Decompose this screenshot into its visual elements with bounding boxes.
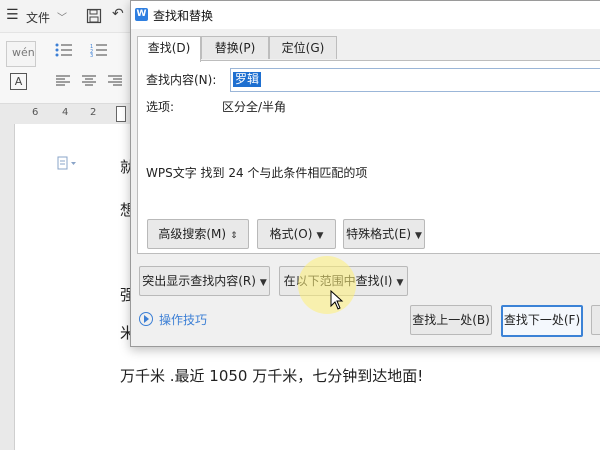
caret-down-icon: ▼ <box>259 278 267 288</box>
operation-tips-label: 操作技巧 <box>159 313 208 327</box>
align-center-icon[interactable] <box>82 75 96 87</box>
options-value: 区分全/半角 <box>222 100 287 114</box>
special-format-button[interactable]: 特殊格式(E) ▼ <box>343 219 425 249</box>
dialog-title: 查找和替换 <box>153 9 214 23</box>
character-border-icon[interactable]: A <box>10 73 27 90</box>
doc-line: 万千米 .最近 1050 万千米，七分钟到达地面! <box>120 367 424 385</box>
advanced-search-label: 高级搜索(M) <box>158 227 227 241</box>
find-replace-dialog: W 查找和替换 查找(D) 替换(P) 定位(G) 查找内容(N): 罗辑 选项… <box>130 0 600 347</box>
tab-goto[interactable]: 定位(G) <box>269 36 337 59</box>
file-menu[interactable]: 文件 <box>26 9 50 26</box>
find-previous-button[interactable]: 查找上一处(B) <box>410 305 492 335</box>
special-format-label: 特殊格式(E) <box>346 227 412 241</box>
dialog-title-bar[interactable]: W 查找和替换 <box>131 1 600 29</box>
find-tab-panel: 查找内容(N): 罗辑 选项: 区分全/半角 WPS文字 找到 24 个与此条件… <box>137 60 600 254</box>
options-label: 选项: <box>146 100 175 114</box>
highlight-results-button[interactable]: 突出显示查找内容(R) ▼ <box>139 266 270 296</box>
format-button[interactable]: 格式(O) ▼ <box>257 219 336 249</box>
search-result-text: WPS文字 找到 24 个与此条件相匹配的项 <box>146 166 368 180</box>
align-right-icon[interactable] <box>108 75 122 87</box>
tab-find[interactable]: 查找(D) <box>137 36 201 62</box>
undo-icon[interactable]: ↶ <box>112 6 124 22</box>
cursor-highlight <box>298 256 356 314</box>
tab-replace[interactable]: 替换(P) <box>201 36 269 59</box>
save-icon[interactable] <box>86 8 102 24</box>
caret-down-icon: ▼ <box>316 231 324 241</box>
ruler-number: 2 <box>90 107 97 118</box>
chevron-down-icon[interactable]: ﹀ <box>57 9 67 24</box>
bullet-list-icon[interactable] <box>55 43 73 57</box>
find-input[interactable]: 罗辑 <box>230 68 600 92</box>
paragraph-handle-icon[interactable] <box>57 156 79 170</box>
hamburger-icon[interactable]: ☰ <box>6 7 19 23</box>
ruler-number: 4 <box>62 107 69 118</box>
mouse-pointer-icon <box>330 290 344 310</box>
expand-toggle-icon: ⇕ <box>230 231 238 241</box>
find-next-button[interactable]: 查找下一处(F) <box>501 305 583 337</box>
find-label: 查找内容(N): <box>146 73 217 87</box>
highlight-results-label: 突出显示查找内容(R) <box>142 274 256 288</box>
wps-logo-icon: W <box>135 8 148 21</box>
numbered-list-icon[interactable]: 123 <box>90 43 108 59</box>
indent-marker[interactable] <box>116 106 126 122</box>
format-label: 格式(O) <box>269 227 313 241</box>
svg-text:3: 3 <box>90 53 93 57</box>
vertical-ruler <box>0 124 15 450</box>
find-input-value: 罗辑 <box>233 72 262 87</box>
caret-down-icon: ▼ <box>415 231 422 241</box>
advanced-search-button[interactable]: 高级搜索(M) ⇕ <box>147 219 249 249</box>
play-circle-icon <box>139 312 153 326</box>
caret-down-icon: ▼ <box>396 278 404 288</box>
close-button-partial[interactable] <box>591 305 600 335</box>
ruler-number: 6 <box>32 107 39 118</box>
align-left-icon[interactable] <box>56 75 70 87</box>
phonetic-guide-icon[interactable]: wén <box>6 41 36 67</box>
